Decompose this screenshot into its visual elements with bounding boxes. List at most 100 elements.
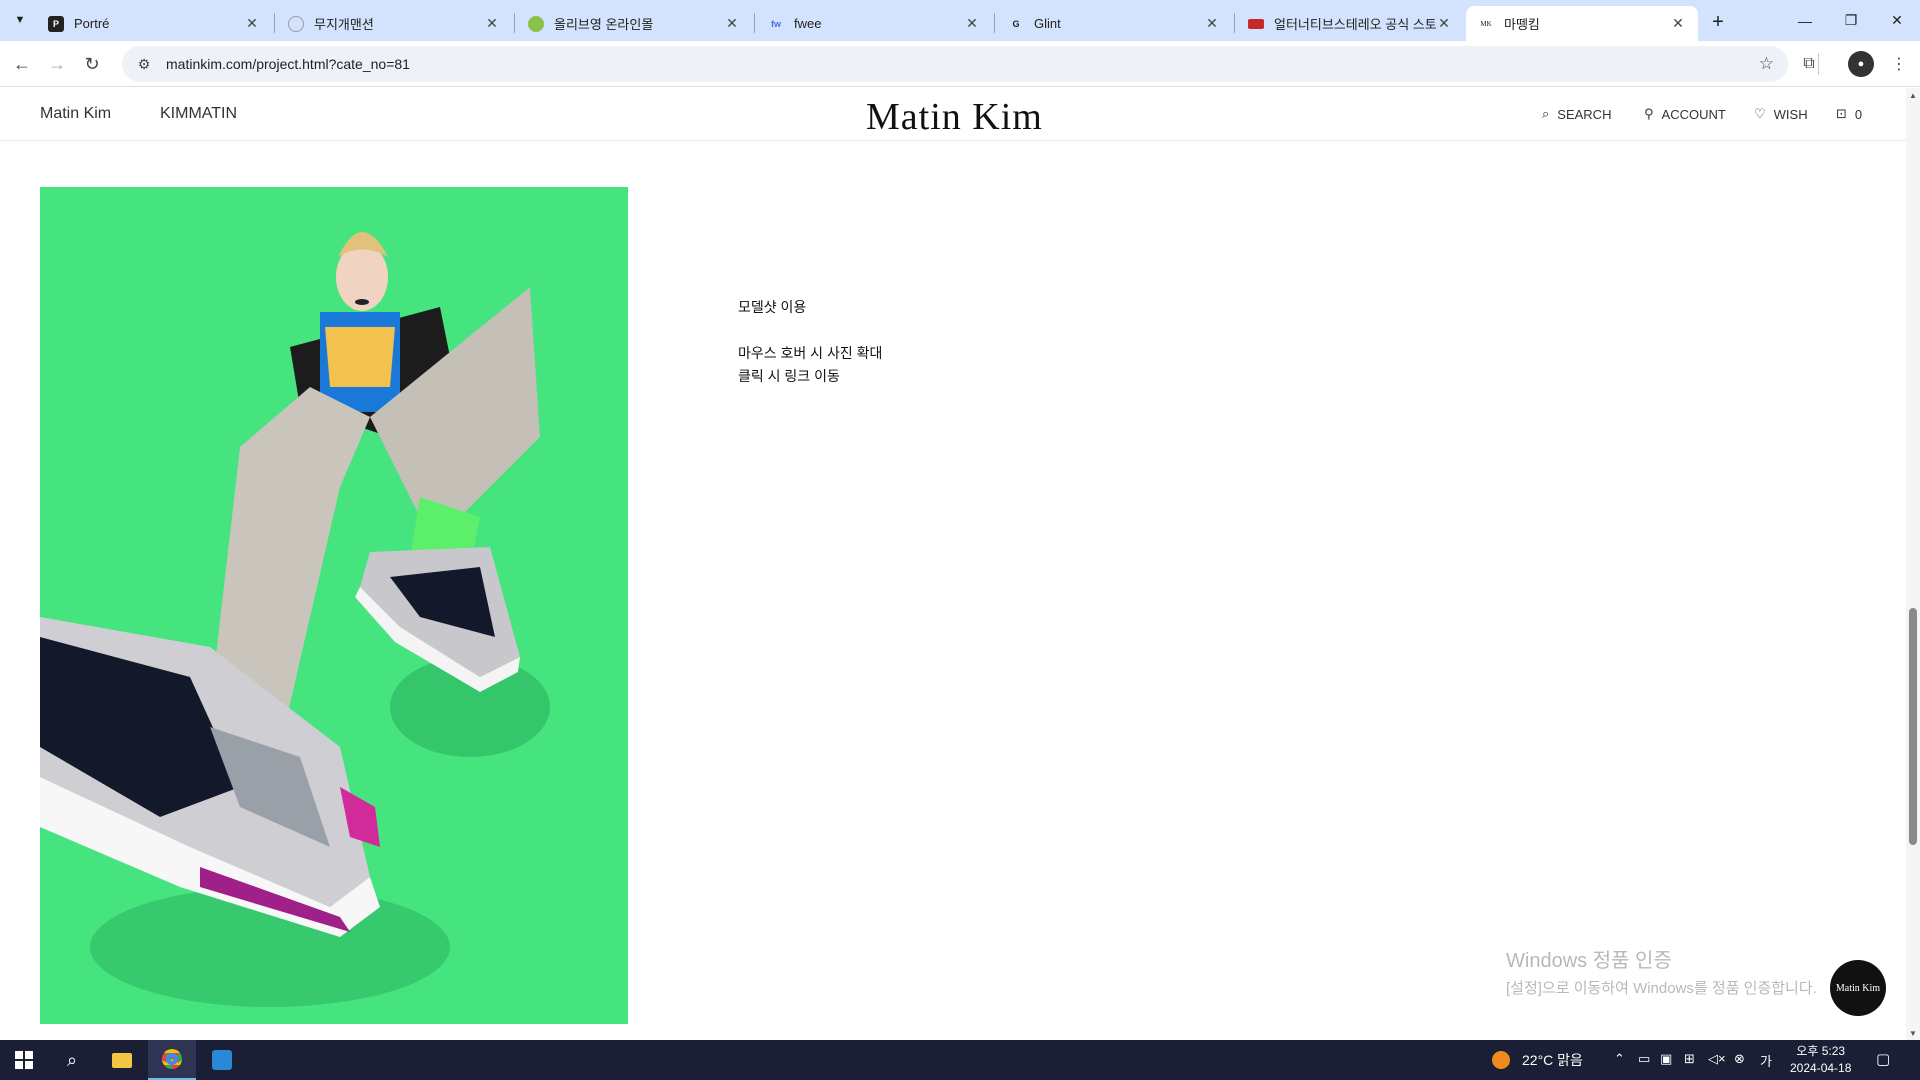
chrome-icon[interactable] xyxy=(148,1040,196,1080)
file-explorer-icon[interactable] xyxy=(98,1040,146,1080)
tab-fwee[interactable]: fw fwee ✕ xyxy=(756,6,992,41)
close-icon[interactable]: ✕ xyxy=(964,15,980,32)
cart-count: 0 xyxy=(1854,106,1863,122)
floating-logo-button[interactable]: Matin Kim xyxy=(1830,960,1886,1016)
heart-icon: ♡ xyxy=(1754,106,1766,121)
close-icon[interactable]: ✕ xyxy=(484,15,500,32)
model-photo-illustration xyxy=(40,187,628,1024)
notification-icon[interactable]: ▢ xyxy=(1876,1050,1890,1068)
back-arrow-icon[interactable]: ← xyxy=(8,50,36,78)
clock-date: 2024-04-18 xyxy=(1790,1061,1852,1075)
sun-icon xyxy=(1492,1051,1510,1069)
tab-title: 마뗑킴 xyxy=(1504,17,1540,32)
close-window-icon[interactable]: ✕ xyxy=(1874,0,1920,41)
tab-glint[interactable]: G Glint ✕ xyxy=(996,6,1232,41)
ime-icon[interactable]: 가 xyxy=(1760,1051,1772,1070)
close-icon[interactable]: ✕ xyxy=(1436,15,1452,32)
close-icon[interactable]: ✕ xyxy=(724,15,740,32)
tab-matinkim[interactable]: MK 마뗑킴 ✕ xyxy=(1466,6,1698,41)
close-icon[interactable]: ✕ xyxy=(1204,15,1220,32)
tab-mujigae-mansion[interactable]: 무지개맨션 ✕ xyxy=(276,6,512,41)
tab-separator xyxy=(514,13,515,33)
project-description: 모델샷 이용 마우스 호버 시 사진 확대 클릭 시 링크 이동 xyxy=(738,296,882,388)
scroll-thumb[interactable] xyxy=(1909,608,1917,845)
scroll-up-arrow-icon[interactable]: ▲ xyxy=(1906,88,1920,102)
tab-search-chevron-icon[interactable]: ▼ xyxy=(8,8,32,32)
forward-arrow-icon[interactable]: → xyxy=(43,50,71,78)
clock-time: 오후 5:23 xyxy=(1796,1044,1846,1058)
oliveyoung-favicon-icon xyxy=(528,15,544,32)
search-icon: ⌕ xyxy=(1542,106,1550,121)
tab-title: 올리브영 온라인몰 xyxy=(554,17,654,32)
nav-cart[interactable]: ⊡ 0 xyxy=(1836,106,1862,122)
page-scrollbar[interactable]: ▲ ▼ xyxy=(1906,88,1920,1040)
profile-avatar-icon[interactable]: ● xyxy=(1848,51,1874,77)
browser-tab-strip: ▼ P Portré ✕ 무지개맨션 ✕ 올리브영 온라인몰 ✕ fw fwee… xyxy=(0,0,1920,41)
tab-separator xyxy=(1234,13,1235,33)
photo-app-icon[interactable] xyxy=(198,1040,246,1080)
windows-taskbar: ⌕ 22°C 맑음 ⌃ ▭ ▣ ⊞ ◁× ⊗ 가 오후 5:23 2024-04… xyxy=(0,1040,1920,1080)
nav-kimmatin[interactable]: KIMMATIN xyxy=(160,105,237,123)
bookmark-star-icon[interactable]: ☆ xyxy=(1759,54,1774,74)
new-tab-plus-icon[interactable]: + xyxy=(1704,8,1732,36)
tab-title: 얼터너티브스테레오 공식 스토 xyxy=(1274,17,1436,32)
system-clock[interactable]: 오후 5:23 2024-04-18 xyxy=(1790,1043,1851,1077)
nav-search[interactable]: ⌕ SEARCH xyxy=(1542,106,1611,122)
bag-icon: ⊡ xyxy=(1836,106,1847,121)
nav-account[interactable]: ⚲ ACCOUNT xyxy=(1644,106,1726,122)
nav-account-label: ACCOUNT xyxy=(1661,106,1726,122)
matinkim-favicon-icon: MK xyxy=(1480,19,1492,28)
portre-favicon-icon: P xyxy=(48,15,64,32)
close-icon[interactable]: ✕ xyxy=(244,15,260,32)
fwee-favicon-icon: fw xyxy=(771,18,781,29)
chevron-up-icon[interactable]: ⌃ xyxy=(1614,1051,1625,1067)
browser-toolbar: ← → ↻ ⚙ matinkim.com/project.html?cate_n… xyxy=(0,41,1920,87)
url-text[interactable]: matinkim.com/project.html?cate_no=81 xyxy=(166,56,410,72)
scroll-down-arrow-icon[interactable]: ▼ xyxy=(1906,1026,1920,1040)
minimize-icon[interactable]: — xyxy=(1782,0,1828,41)
tab-title: fwee xyxy=(794,16,822,31)
nav-wish[interactable]: ♡ WISH xyxy=(1754,106,1808,122)
meet-icon[interactable]: ▭ xyxy=(1638,1051,1650,1067)
tab-title: 무지개맨션 xyxy=(314,17,374,32)
site-header: Matin Kim KIMMATIN Matin Kim ⌕ SEARCH ⚲ … xyxy=(0,88,1906,141)
model-photo[interactable] xyxy=(40,187,628,1024)
network-icon[interactable]: ⊞ xyxy=(1684,1051,1695,1067)
description-line: 클릭 시 링크 이동 xyxy=(738,368,840,384)
restore-icon[interactable]: ❐ xyxy=(1828,0,1874,41)
address-bar[interactable]: ⚙ matinkim.com/project.html?cate_no=81 ☆ xyxy=(122,46,1788,82)
flag-favicon-icon xyxy=(1248,18,1264,29)
watermark-subtitle: [설정]으로 이동하여 Windows를 정품 인증합니다. xyxy=(1506,980,1817,997)
site-logo[interactable]: Matin Kim xyxy=(866,95,1043,139)
weather-widget[interactable]: 22°C 맑음 xyxy=(1492,1050,1583,1070)
tab-separator xyxy=(994,13,995,33)
tab-separator xyxy=(754,13,755,33)
speaker-muted-icon[interactable]: ◁× xyxy=(1708,1051,1726,1067)
tab-portre[interactable]: P Portré ✕ xyxy=(36,6,272,41)
tab-oliveyoung[interactable]: 올리브영 온라인몰 ✕ xyxy=(516,6,752,41)
search-icon[interactable]: ⌕ xyxy=(48,1040,96,1080)
close-icon[interactable]: ✕ xyxy=(1670,15,1686,32)
close-circle-icon[interactable]: ⊗ xyxy=(1734,1051,1745,1067)
site-info-icon[interactable]: ⚙ xyxy=(128,56,160,73)
windows-activation-watermark: Windows 정품 인증 [설정]으로 이동하여 Windows를 정품 인증… xyxy=(1506,944,1817,998)
account-icon: ⚲ xyxy=(1644,106,1654,121)
glint-favicon-icon: G xyxy=(1012,18,1020,29)
tab-title: Portré xyxy=(74,16,110,31)
kebab-menu-icon[interactable]: ⋮ xyxy=(1886,51,1912,77)
nav-search-label: SEARCH xyxy=(1557,106,1612,122)
nav-wish-label: WISH xyxy=(1773,106,1808,122)
monitor-icon[interactable]: ▣ xyxy=(1660,1051,1672,1067)
watermark-title: Windows 정품 인증 xyxy=(1506,950,1672,972)
tab-title: Glint xyxy=(1034,16,1061,31)
description-line xyxy=(738,319,882,342)
windows-start-icon[interactable] xyxy=(0,1040,48,1080)
toolbar-divider xyxy=(1818,53,1819,75)
reload-icon[interactable]: ↻ xyxy=(78,50,106,78)
nav-matin-kim[interactable]: Matin Kim xyxy=(40,105,111,123)
tab-alternative-stereo[interactable]: 얼터너티브스테레오 공식 스토 ✕ xyxy=(1236,6,1464,41)
description-line: 마우스 호버 시 사진 확대 xyxy=(738,345,883,361)
description-line: 모델샷 이용 xyxy=(738,299,807,315)
globe-icon xyxy=(288,15,304,32)
tab-separator xyxy=(274,13,275,33)
